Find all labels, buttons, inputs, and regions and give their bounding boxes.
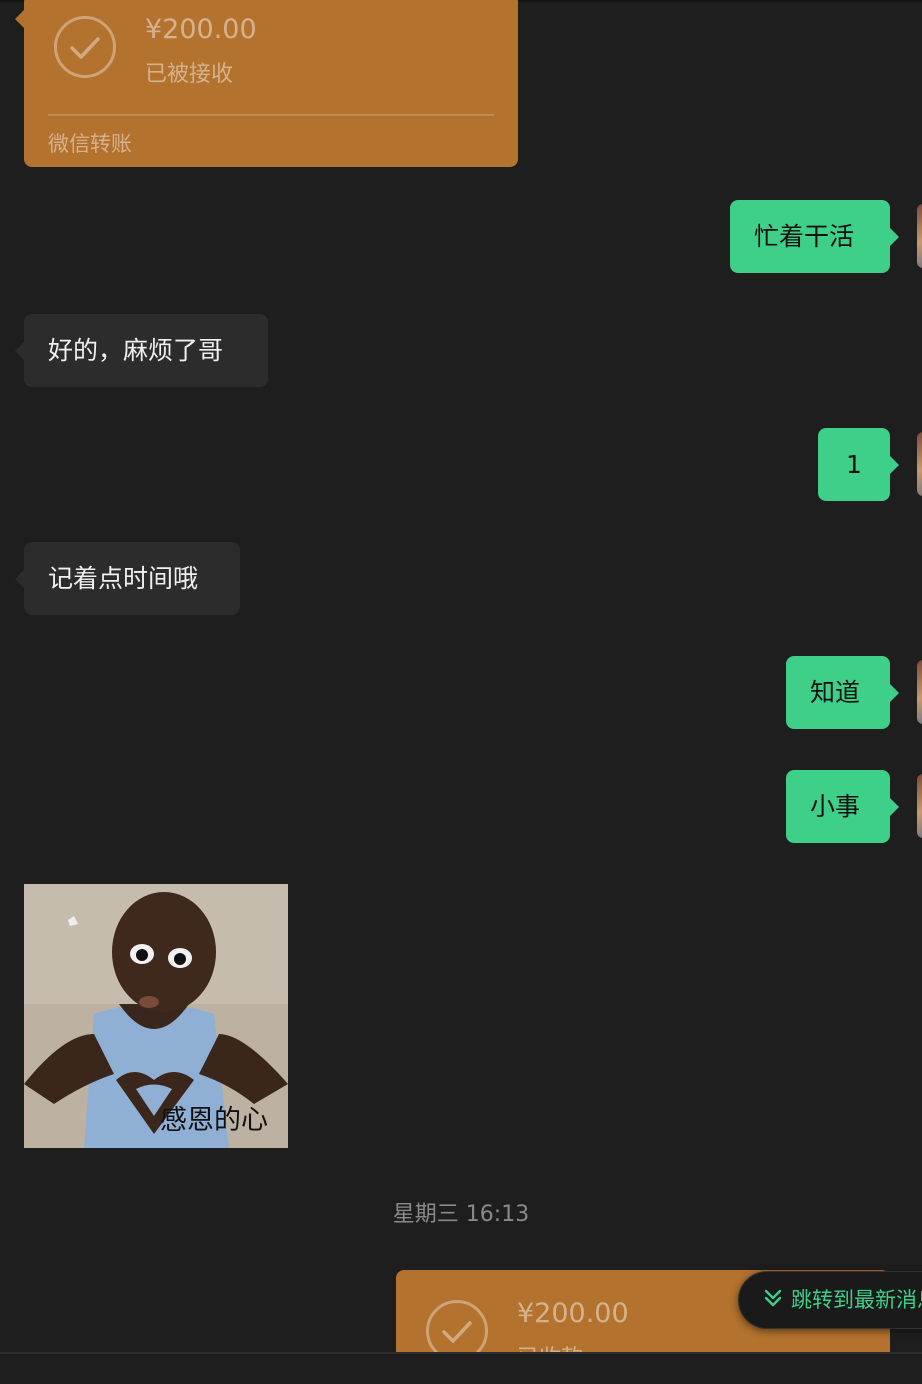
bubble-tail: [15, 342, 24, 360]
transfer-amount: ¥200.00: [517, 1298, 629, 1329]
double-chevron-down-icon: [763, 1273, 783, 1328]
check-circle-icon: [426, 1300, 488, 1352]
incoming-message[interactable]: 记着点时间哦: [24, 542, 240, 615]
bubble-tail: [15, 570, 24, 588]
sticker-caption: 感恩的心: [160, 1105, 268, 1136]
avatar[interactable]: [917, 432, 922, 496]
check-circle-icon: [54, 16, 116, 78]
outgoing-message[interactable]: 小事: [786, 770, 890, 843]
sticker-image[interactable]: 感恩的心: [24, 884, 288, 1148]
bubble-tail: [15, 10, 24, 28]
outgoing-message[interactable]: 1: [818, 428, 890, 501]
transfer-amount: ¥200.00: [145, 14, 257, 45]
incoming-message[interactable]: 好的，麻烦了哥: [24, 314, 268, 387]
avatar[interactable]: [917, 774, 922, 838]
avatar[interactable]: [917, 660, 922, 724]
transfer-card-received[interactable]: ¥200.00 已被接收 微信转账: [24, 0, 518, 167]
message-timestamp: 星期三 16:13: [392, 1202, 530, 1227]
bubble-tail: [890, 798, 899, 816]
chat-window: ¥200.00 已被接收 微信转账 忙着干活 好的，麻烦了哥 1 记着点时间哦 …: [0, 0, 922, 1384]
jump-to-latest-label: 跳转到最新消息: [791, 1288, 922, 1312]
bottom-bar: [0, 1352, 922, 1384]
transfer-status: 已被接收: [145, 62, 234, 87]
bubble-tail: [890, 456, 899, 474]
transfer-footer-label: 微信转账: [48, 132, 132, 156]
transfer-status: 已收款: [517, 1340, 583, 1352]
bubble-tail: [890, 684, 899, 702]
avatar[interactable]: [917, 204, 922, 268]
bubble-tail: [890, 228, 899, 246]
transfer-divider: [48, 114, 494, 116]
jump-to-latest-button[interactable]: 跳转到最新消息: [738, 1271, 922, 1329]
outgoing-message[interactable]: 知道: [786, 656, 890, 729]
outgoing-message[interactable]: 忙着干活: [730, 200, 890, 273]
